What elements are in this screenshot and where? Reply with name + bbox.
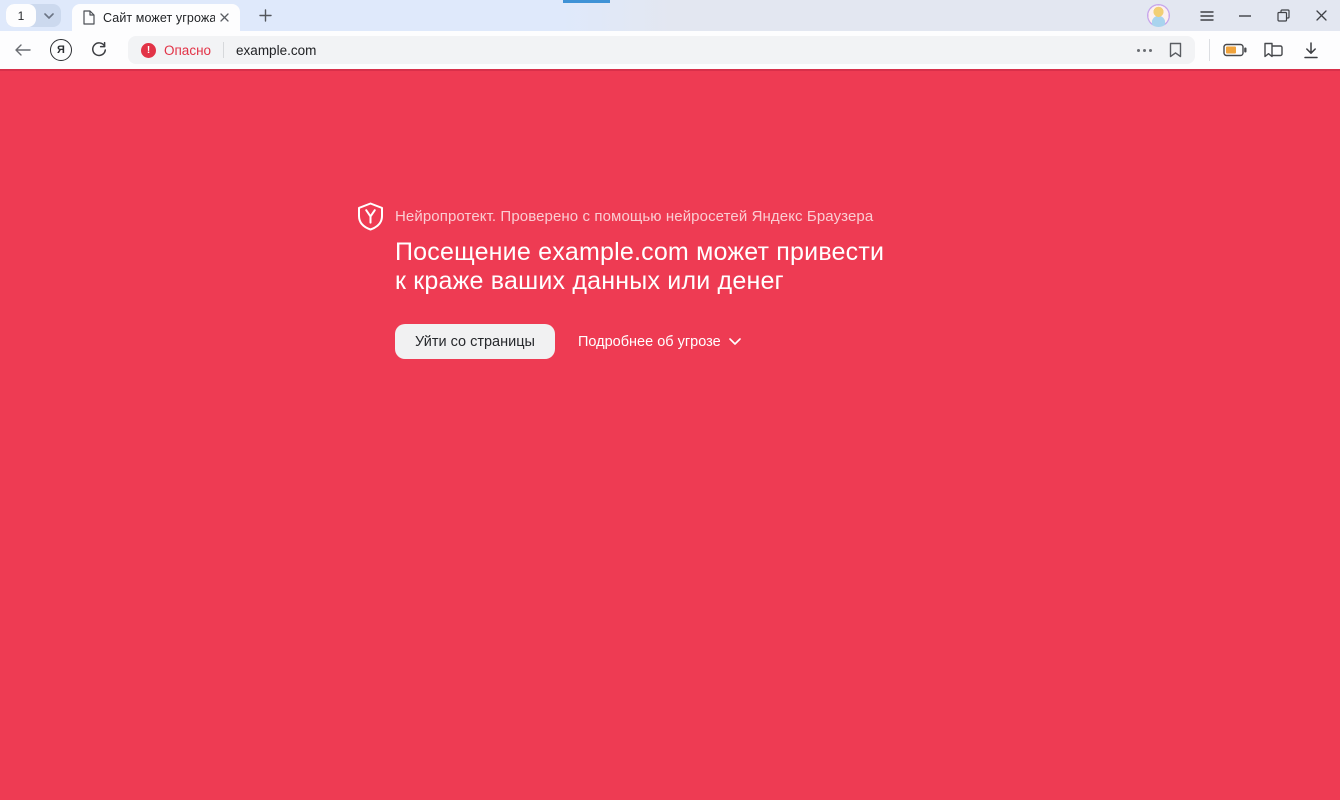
close-button[interactable] xyxy=(1302,0,1340,31)
new-tab-button[interactable] xyxy=(253,4,277,28)
more-icon[interactable] xyxy=(1137,49,1152,52)
battery-icon[interactable] xyxy=(1216,35,1254,65)
action-row: Уйти со страницы Подробнее об угрозе xyxy=(395,324,900,359)
top-accent-bar xyxy=(563,0,610,3)
download-icon[interactable] xyxy=(1292,35,1330,65)
collections-icon[interactable] xyxy=(1254,35,1292,65)
protect-label: Нейропротект. Проверено с помощью нейрос… xyxy=(395,208,873,225)
url-bar[interactable]: ! Опасно example.com xyxy=(128,36,1195,64)
protect-row: Нейропротект. Проверено с помощью нейрос… xyxy=(357,202,900,231)
protect-shield-icon xyxy=(357,202,384,231)
menu-icon[interactable] xyxy=(1188,0,1226,31)
leave-page-button[interactable]: Уйти со страницы xyxy=(395,324,555,359)
url-text[interactable]: example.com xyxy=(236,43,316,58)
tab-counter-value[interactable]: 1 xyxy=(6,4,36,27)
tab-active[interactable]: Сайт может угрожать б xyxy=(72,4,240,31)
tabbar-right-cluster xyxy=(1147,0,1340,31)
document-icon xyxy=(82,10,95,25)
url-divider xyxy=(223,42,224,58)
tab-bar: 1 Сайт может угрожать б xyxy=(0,0,1340,31)
tab-close-icon[interactable] xyxy=(215,9,233,27)
toolbar-divider xyxy=(1209,39,1210,61)
browser-window: 1 Сайт может угрожать б xyxy=(0,0,1340,800)
tab-counter-button[interactable]: 1 xyxy=(6,4,61,27)
tab-title: Сайт может угрожать б xyxy=(103,11,215,25)
bookmark-icon[interactable] xyxy=(1169,42,1182,58)
avatar[interactable] xyxy=(1147,4,1170,27)
reload-icon[interactable] xyxy=(84,35,114,65)
urlbar-actions xyxy=(1137,42,1182,58)
threat-details-label: Подробнее об угрозе xyxy=(578,334,721,350)
yandex-logo-glyph: Я xyxy=(50,39,72,61)
minimize-button[interactable] xyxy=(1226,0,1264,31)
back-button[interactable] xyxy=(8,35,38,65)
warning-heading: Посещение example.com может привести к к… xyxy=(395,238,900,296)
danger-icon: ! xyxy=(141,43,156,58)
warning-page: Нейропротект. Проверено с помощью нейрос… xyxy=(0,69,1340,800)
chevron-down-icon[interactable] xyxy=(36,4,61,27)
chevron-down-icon xyxy=(729,338,741,345)
yandex-logo-icon[interactable]: Я xyxy=(46,35,76,65)
security-status-badge[interactable]: Опасно xyxy=(164,43,211,58)
warning-content: Нейропротект. Проверено с помощью нейрос… xyxy=(357,202,900,359)
toolbar: Я ! Опасно example.com xyxy=(0,31,1340,69)
threat-details-button[interactable]: Подробнее об угрозе xyxy=(578,334,741,350)
maximize-button[interactable] xyxy=(1264,0,1302,31)
